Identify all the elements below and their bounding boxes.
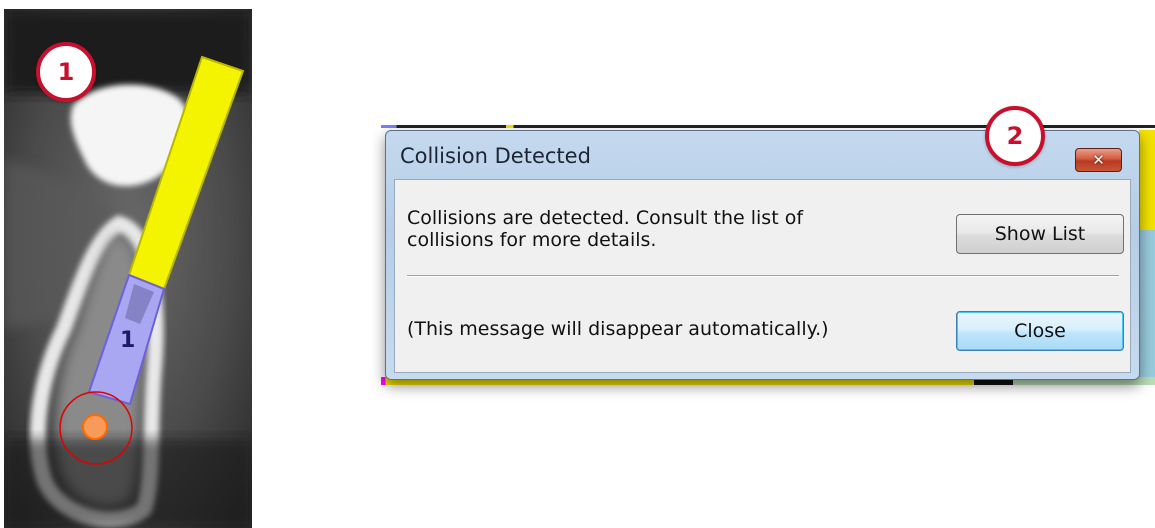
divider bbox=[407, 275, 1119, 277]
message-line-1: Collisions are detected. Consult the lis… bbox=[407, 207, 804, 229]
collision-dialog: Collision Detected ✕ Collisions are dete… bbox=[385, 130, 1140, 380]
collision-message: Collisions are detected. Consult the lis… bbox=[407, 207, 927, 251]
show-list-button[interactable]: Show List bbox=[956, 214, 1124, 254]
close-button[interactable]: Close bbox=[956, 311, 1124, 351]
callout-2-badge: 2 bbox=[985, 106, 1045, 166]
implant-number-label: 1 bbox=[120, 328, 135, 353]
close-icon[interactable]: ✕ bbox=[1075, 148, 1122, 172]
dialog-screenshot: Collision Detected ✕ Collisions are dete… bbox=[381, 125, 1155, 395]
background-edge-right bbox=[1139, 130, 1155, 380]
callout-1-badge: 1 bbox=[36, 42, 96, 102]
message-line-2: collisions for more details. bbox=[407, 229, 657, 251]
dialog-content: Collisions are detected. Consult the lis… bbox=[394, 179, 1131, 373]
dialog-title: Collision Detected bbox=[400, 144, 591, 168]
auto-dismiss-note: (This message will disappear automatical… bbox=[407, 318, 829, 340]
nerve-canal bbox=[82, 414, 108, 440]
